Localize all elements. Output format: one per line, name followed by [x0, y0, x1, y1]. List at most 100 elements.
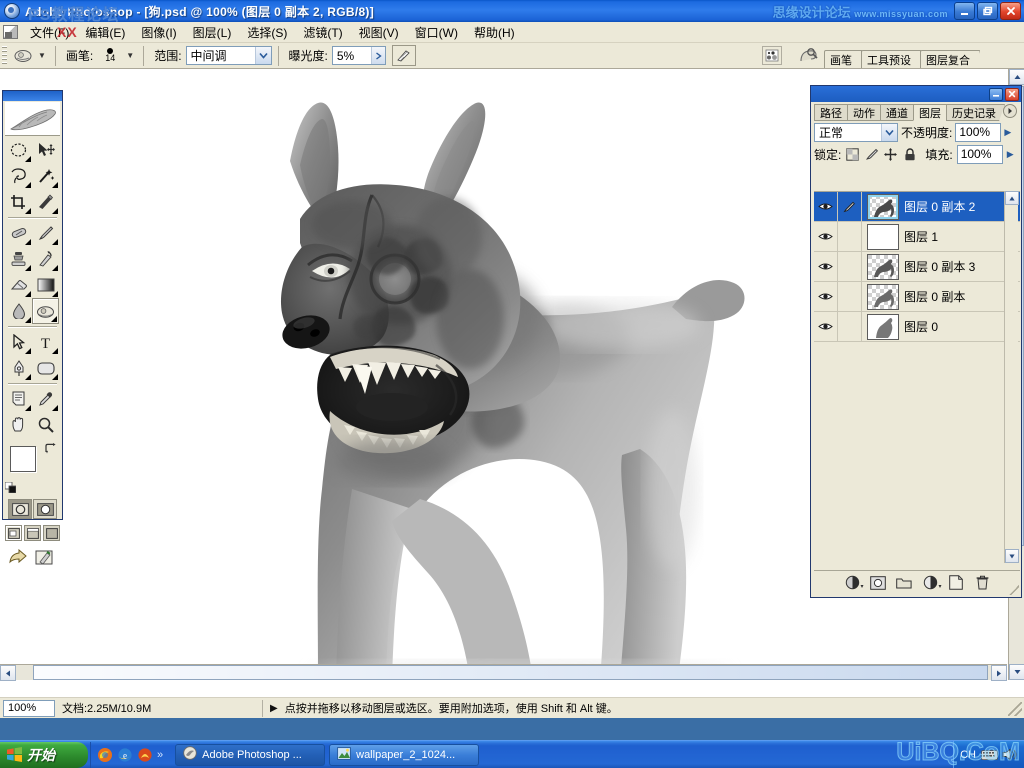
- notes-tool-icon[interactable]: [5, 386, 32, 412]
- exposure-input[interactable]: 5%: [331, 46, 386, 65]
- menu-edit[interactable]: 编辑(E): [77, 22, 133, 43]
- well-tab-layer-comps[interactable]: 图层复合: [920, 50, 980, 68]
- scroll-down-button[interactable]: [1009, 664, 1024, 680]
- layer-visibility-toggle[interactable]: [814, 222, 838, 251]
- layer-thumbnail[interactable]: [867, 193, 899, 220]
- layer-thumbnail[interactable]: [867, 223, 899, 250]
- horizontal-scroll-thumb[interactable]: [33, 665, 988, 680]
- well-tab-brushes[interactable]: 画笔: [824, 50, 862, 68]
- palette-close-button[interactable]: [1005, 87, 1019, 101]
- lock-position-icon[interactable]: [883, 147, 898, 162]
- ie-icon[interactable]: e: [117, 747, 133, 763]
- start-button[interactable]: 开始: [0, 741, 88, 768]
- well-tab-tool-presets[interactable]: 工具预设: [861, 50, 921, 68]
- taskbtn-wallpaper[interactable]: wallpaper_2_1024...: [329, 743, 480, 766]
- lock-image-pixels-icon[interactable]: [864, 147, 879, 162]
- lasso-tool-icon[interactable]: [5, 163, 32, 189]
- menu-help[interactable]: 帮助(H): [466, 22, 523, 43]
- palette-menu-icon[interactable]: [1003, 104, 1017, 118]
- scroll-up-button[interactable]: [1009, 69, 1024, 85]
- keyboard-icon[interactable]: [981, 748, 998, 763]
- jump-to-illustrator-icon[interactable]: [34, 548, 56, 567]
- layer-link-cell[interactable]: [838, 312, 862, 341]
- layer-thumbnail[interactable]: [867, 283, 899, 310]
- swap-colors-icon[interactable]: [44, 443, 56, 457]
- layer-visibility-toggle[interactable]: [814, 252, 838, 281]
- clone-stamp-tool-icon[interactable]: [5, 246, 32, 272]
- layer-link-cell[interactable]: [838, 222, 862, 251]
- layer-visibility-toggle[interactable]: [814, 312, 838, 341]
- scroll-right-button[interactable]: [991, 665, 1007, 681]
- menu-view[interactable]: 视图(V): [351, 22, 407, 43]
- standard-mask-mode-button[interactable]: [8, 499, 32, 519]
- tab-actions[interactable]: 动作: [847, 104, 881, 121]
- adjustment-layer-button[interactable]: ▾: [922, 574, 942, 591]
- dodge-tool-icon[interactable]: [32, 298, 59, 324]
- layers-scroll-down-button[interactable]: [1005, 549, 1019, 563]
- restore-button[interactable]: [977, 2, 998, 20]
- quick-mask-mode-button[interactable]: [33, 499, 57, 519]
- move-tool-icon[interactable]: [32, 137, 59, 163]
- layers-scroll-up-button[interactable]: [1005, 191, 1019, 205]
- ime-indicator[interactable]: CH: [960, 749, 976, 761]
- tab-history[interactable]: 历史记录: [946, 104, 1005, 121]
- dodge-burn-tool-icon[interactable]: [11, 45, 35, 66]
- tab-layers[interactable]: 图层: [913, 104, 947, 121]
- table-row[interactable]: 图层 0 副本 3: [814, 252, 1020, 282]
- menu-window[interactable]: 窗口(W): [407, 22, 466, 43]
- fill-flyout-icon[interactable]: ▶: [1007, 149, 1014, 160]
- full-screen-menubar-mode-button[interactable]: [24, 525, 41, 541]
- layer-active-brush-icon[interactable]: [838, 192, 862, 221]
- layer-link-cell[interactable]: [838, 252, 862, 281]
- type-tool-icon[interactable]: T: [32, 329, 59, 355]
- layer-thumbnail[interactable]: [867, 253, 899, 280]
- brush-palette-icon[interactable]: [762, 46, 782, 65]
- jump-to-imageready-icon[interactable]: [9, 548, 31, 567]
- table-row[interactable]: 图层 0: [814, 312, 1020, 342]
- zoom-level-input[interactable]: 100%: [3, 699, 55, 717]
- blur-tool-icon[interactable]: [5, 298, 32, 324]
- menu-file[interactable]: 文件(F): [22, 22, 77, 43]
- chevron-down-icon[interactable]: [254, 47, 271, 64]
- firefox-icon[interactable]: [97, 747, 113, 763]
- brush-chevron-icon[interactable]: ▼: [126, 51, 134, 60]
- default-colors-icon[interactable]: [4, 480, 17, 494]
- layer-thumbnail[interactable]: [867, 313, 899, 340]
- close-button[interactable]: [1000, 2, 1021, 20]
- scroll-left-button[interactable]: [0, 665, 16, 681]
- airbrush-toggle-icon[interactable]: [391, 45, 416, 66]
- zoom-tool-icon[interactable]: [32, 412, 59, 438]
- opacity-input[interactable]: 100%: [955, 122, 1002, 142]
- table-row[interactable]: 图层 1: [814, 222, 1020, 252]
- layers-palette-titlebar[interactable]: [811, 86, 1021, 102]
- layer-visibility-toggle[interactable]: [814, 282, 838, 311]
- eyedropper-tool-icon[interactable]: [32, 386, 59, 412]
- fill-input[interactable]: 100%: [956, 144, 1003, 164]
- options-bar-grip[interactable]: [2, 45, 7, 66]
- palette-resize-grip[interactable]: [1009, 585, 1019, 595]
- blend-mode-select[interactable]: 正常: [814, 122, 898, 142]
- slice-tool-icon[interactable]: [32, 189, 59, 215]
- path-selection-tool-icon[interactable]: [5, 329, 32, 355]
- standard-screen-mode-button[interactable]: [5, 525, 22, 541]
- tab-channels[interactable]: 通道: [880, 104, 914, 121]
- magic-wand-tool-icon[interactable]: [32, 163, 59, 189]
- menu-layer[interactable]: 图层(L): [185, 22, 240, 43]
- layer-mask-button[interactable]: [870, 574, 887, 591]
- layer-list-scrollbar[interactable]: [1004, 191, 1019, 563]
- resize-grip[interactable]: [1008, 702, 1022, 716]
- table-row[interactable]: 图层 0 副本: [814, 282, 1020, 312]
- tab-paths[interactable]: 路径: [814, 104, 848, 121]
- opacity-flyout-icon[interactable]: ▶: [1004, 127, 1011, 138]
- crop-tool-icon[interactable]: [5, 189, 32, 215]
- eraser-tool-icon[interactable]: [5, 272, 32, 298]
- foreground-color-swatch[interactable]: [10, 446, 36, 472]
- brush-preview[interactable]: 14: [97, 45, 123, 67]
- full-screen-mode-button[interactable]: [43, 525, 60, 541]
- exposure-flyout-icon[interactable]: [370, 47, 385, 64]
- expand-triangle-icon[interactable]: ▶: [270, 703, 278, 714]
- tool-preset-chevron-icon[interactable]: ▼: [38, 51, 46, 60]
- layer-link-cell[interactable]: [838, 282, 862, 311]
- minimize-button[interactable]: [954, 2, 975, 20]
- table-row[interactable]: 图层 0 副本 2: [814, 192, 1020, 222]
